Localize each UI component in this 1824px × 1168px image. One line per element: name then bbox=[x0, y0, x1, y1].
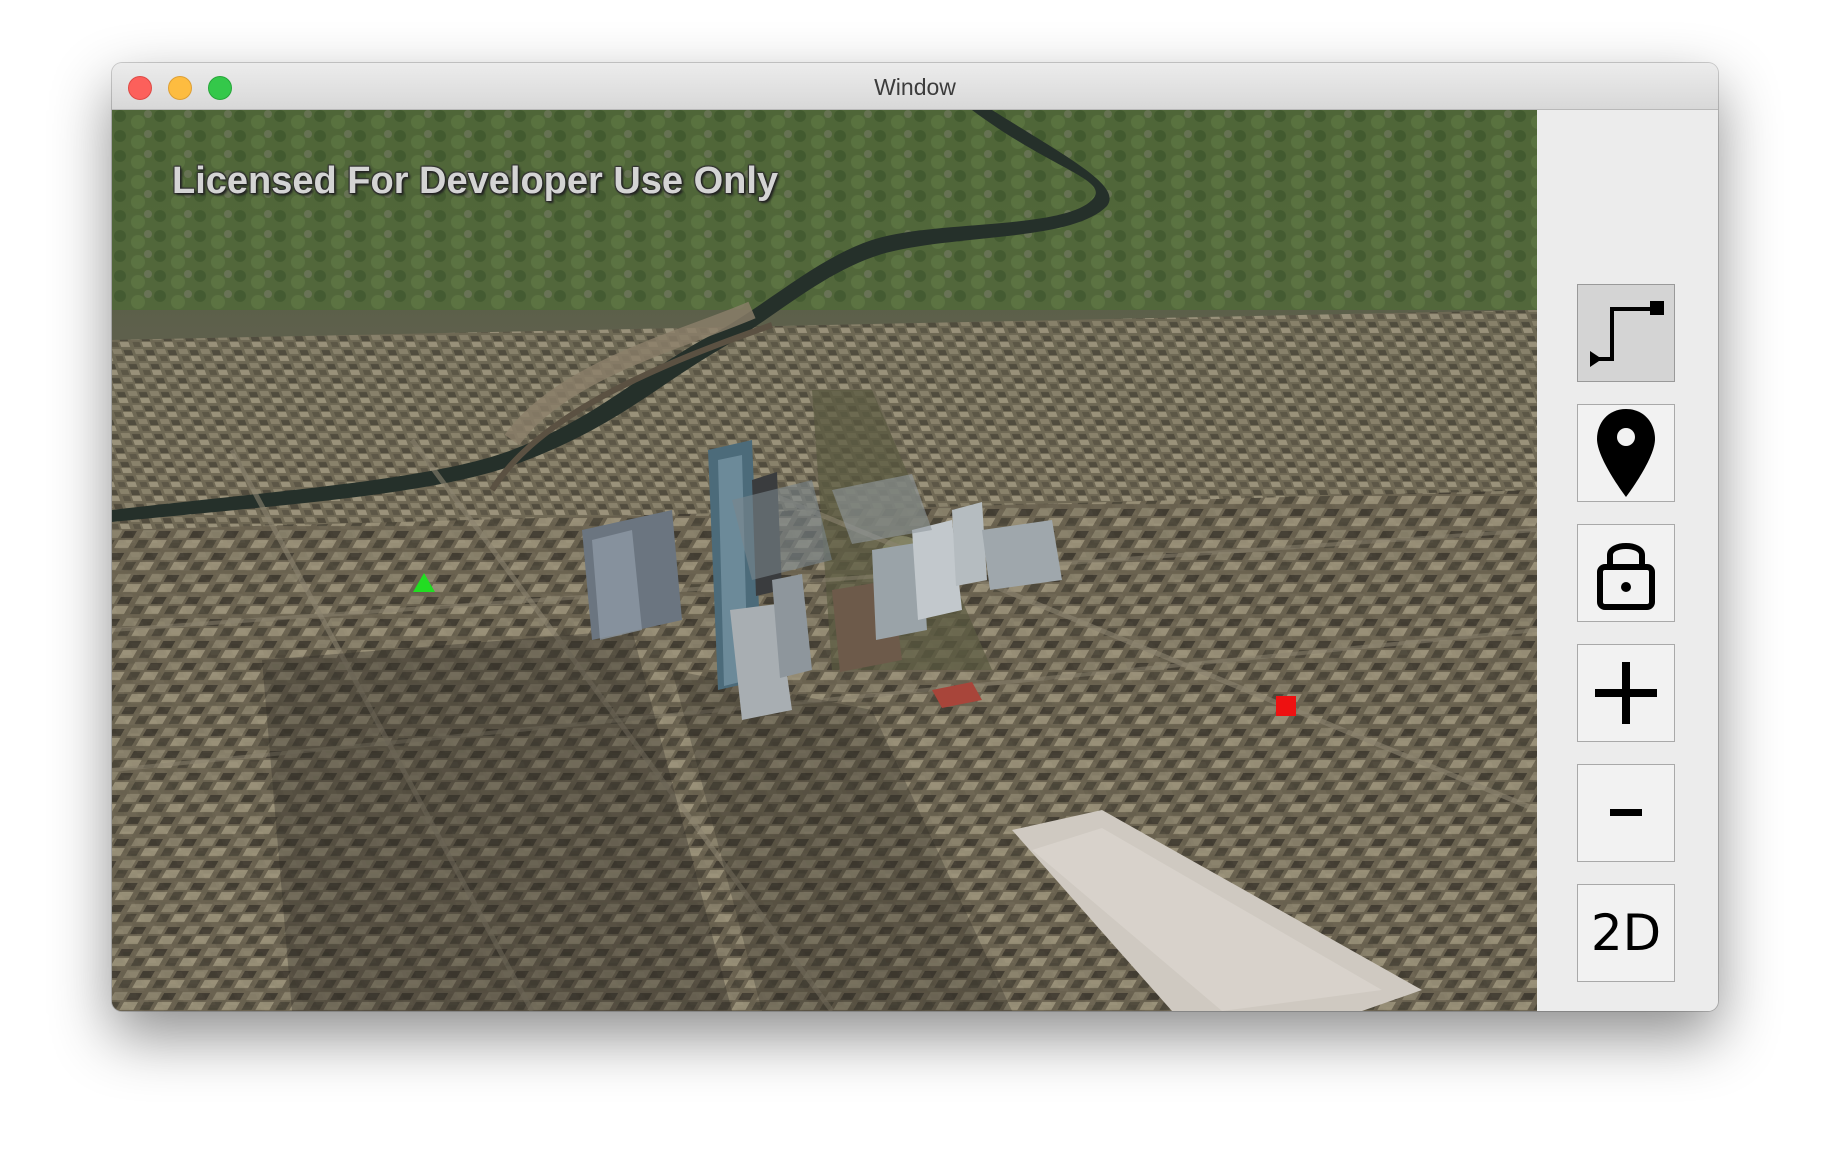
green-triangle-marker[interactable] bbox=[413, 573, 435, 592]
window-title: Window bbox=[874, 74, 956, 100]
aerial-imagery bbox=[112, 110, 1537, 1011]
lock-button[interactable] bbox=[1577, 524, 1675, 622]
lock-icon bbox=[1594, 533, 1658, 613]
map-toolbar: 2D bbox=[1537, 110, 1718, 1011]
route-button[interactable] bbox=[1577, 284, 1675, 382]
minus-icon bbox=[1606, 793, 1646, 833]
zoom-in-button[interactable] bbox=[1577, 644, 1675, 742]
zoom-out-button[interactable] bbox=[1577, 764, 1675, 862]
view-mode-toggle-button[interactable]: 2D bbox=[1577, 884, 1675, 982]
plus-icon bbox=[1591, 658, 1661, 728]
scene-view[interactable]: Licensed For Developer Use Only bbox=[112, 110, 1537, 1011]
place-marker-button[interactable] bbox=[1577, 404, 1675, 502]
app-window: Window Licensed For Developer Use Only 2… bbox=[112, 63, 1718, 1011]
title-bar[interactable]: Window bbox=[112, 63, 1718, 110]
red-square-marker[interactable] bbox=[1276, 696, 1296, 716]
view-mode-label: 2D bbox=[1590, 904, 1662, 962]
license-watermark: Licensed For Developer Use Only bbox=[172, 160, 779, 202]
map-pin-icon bbox=[1594, 407, 1658, 499]
route-icon bbox=[1584, 291, 1668, 375]
